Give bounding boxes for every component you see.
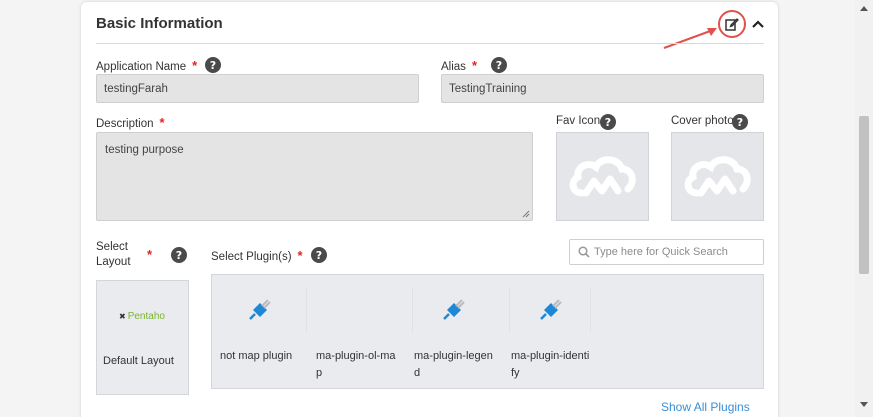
edit-icon bbox=[725, 18, 739, 31]
plugin-divider bbox=[412, 288, 413, 332]
alias-label-text: Alias bbox=[441, 61, 466, 73]
app-name-field[interactable]: testingFarah bbox=[96, 74, 419, 103]
fav-icon-label: Fav Icon bbox=[556, 115, 601, 127]
pentaho-logo: ✖ Pentaho bbox=[119, 311, 165, 322]
select-layout-label-line2: Layout bbox=[96, 256, 131, 268]
select-layout-label: Select Layout bbox=[96, 240, 131, 270]
required-asterisk: * bbox=[147, 247, 153, 262]
cloud-placeholder-icon bbox=[684, 155, 751, 196]
basic-information-card: Basic Information Application Name * ? te… bbox=[81, 2, 778, 417]
select-layout-label-line1: Select bbox=[96, 241, 128, 253]
scroll-down-arrow-icon[interactable] bbox=[860, 402, 868, 408]
annotation-arrow bbox=[663, 28, 717, 49]
help-icon[interactable]: ? bbox=[600, 114, 616, 130]
description-text: testing purpose bbox=[105, 144, 184, 156]
description-label-text: Description bbox=[96, 118, 154, 130]
help-icon[interactable]: ? bbox=[205, 57, 221, 73]
logo-mark-icon: ✖ bbox=[119, 312, 126, 321]
edit-button[interactable] bbox=[718, 10, 746, 38]
description-label: Description * bbox=[96, 115, 165, 130]
plugin-item[interactable]: ma-plugin-ol-map bbox=[316, 288, 396, 379]
select-plugins-label: Select Plugin(s) * bbox=[211, 248, 303, 263]
required-asterisk: * bbox=[192, 58, 198, 73]
collapse-button[interactable] bbox=[748, 14, 768, 34]
quick-search-input[interactable]: Type here for Quick Search bbox=[569, 239, 764, 265]
plugin-item[interactable]: ma-plugin-legend bbox=[414, 288, 494, 379]
logo-text: Pentaho bbox=[127, 311, 165, 322]
app-name-label: Application Name * bbox=[96, 58, 197, 73]
help-icon[interactable]: ? bbox=[311, 247, 327, 263]
cloud-placeholder-icon bbox=[569, 155, 636, 196]
section-header: Basic Information bbox=[81, 2, 778, 49]
help-icon[interactable]: ? bbox=[171, 247, 187, 263]
show-all-plugins-link[interactable]: Show All Plugins bbox=[661, 400, 750, 414]
chevron-up-icon bbox=[752, 20, 764, 28]
layout-name: Default Layout bbox=[103, 355, 174, 367]
plug-icon bbox=[414, 288, 494, 332]
plugin-divider bbox=[306, 288, 307, 332]
required-asterisk: * bbox=[297, 248, 303, 263]
plug-icon bbox=[220, 288, 300, 332]
help-icon[interactable]: ? bbox=[732, 114, 748, 130]
required-asterisk: * bbox=[471, 58, 477, 73]
plugin-name: ma-plugin-ol-map bbox=[316, 350, 396, 379]
plugin-item[interactable]: not map plugin bbox=[220, 288, 300, 373]
cover-photo-upload[interactable] bbox=[671, 132, 764, 221]
section-title: Basic Information bbox=[96, 15, 223, 32]
search-placeholder: Type here for Quick Search bbox=[594, 246, 728, 258]
select-plugins-label-text: Select Plugin(s) bbox=[211, 251, 292, 263]
vertical-scrollbar[interactable] bbox=[855, 0, 873, 417]
plugin-divider bbox=[590, 288, 591, 332]
description-textarea[interactable]: testing purpose bbox=[96, 132, 533, 221]
plug-icon bbox=[511, 288, 591, 332]
cover-photo-label: Cover photo bbox=[671, 115, 734, 127]
alias-field[interactable]: TestingTraining bbox=[441, 74, 764, 103]
required-asterisk: * bbox=[159, 115, 165, 130]
scroll-up-arrow-icon[interactable] bbox=[860, 5, 868, 11]
app-name-label-text: Application Name bbox=[96, 61, 187, 73]
layout-option-default[interactable]: ✖ Pentaho Default Layout bbox=[96, 280, 189, 395]
header-divider bbox=[96, 43, 764, 44]
search-icon bbox=[578, 246, 590, 258]
alias-label: Alias * bbox=[441, 58, 477, 73]
plugin-divider bbox=[509, 288, 510, 332]
help-icon[interactable]: ? bbox=[491, 57, 507, 73]
fav-icon-upload[interactable] bbox=[556, 132, 649, 221]
resize-handle-icon[interactable] bbox=[522, 210, 530, 218]
plugin-list: not map plugin ma-plugin-ol-map ma-plugi… bbox=[211, 274, 764, 389]
plugin-item[interactable]: ma-plugin-identify bbox=[511, 288, 591, 379]
plugin-name: ma-plugin-legend bbox=[414, 350, 493, 379]
scroll-thumb[interactable] bbox=[859, 116, 869, 274]
plugin-name: not map plugin bbox=[220, 350, 293, 362]
plugin-name: ma-plugin-identify bbox=[511, 350, 590, 379]
